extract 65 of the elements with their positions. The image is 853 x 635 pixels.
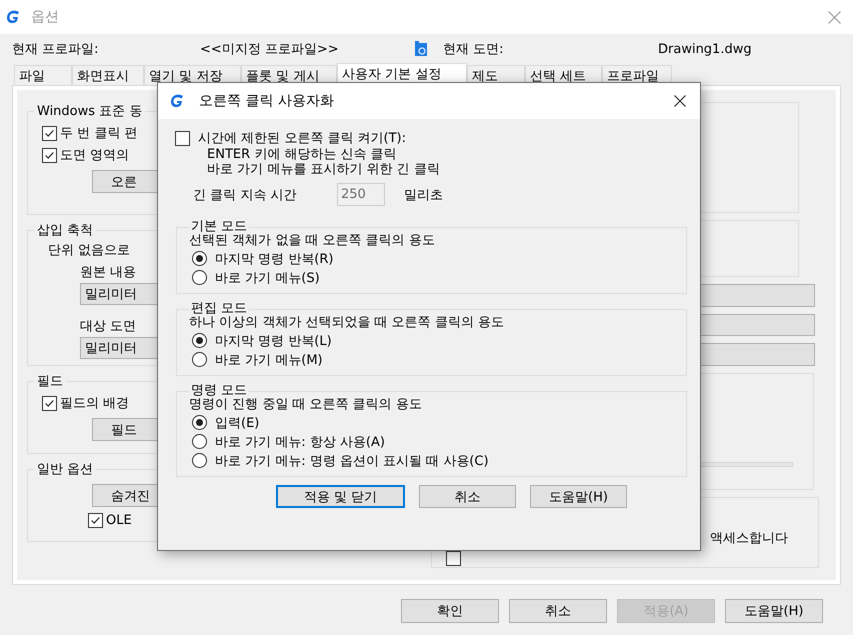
app-logo-icon bbox=[169, 93, 185, 109]
radio-label: 바로 가기 메뉴(M) bbox=[215, 352, 323, 368]
checkbox-label: 필드의 배경 bbox=[60, 395, 130, 412]
radio-label: 마지막 명령 반복(L) bbox=[215, 332, 332, 350]
checkbox-label: 액세스합니다 bbox=[710, 530, 788, 548]
unit-label: 밀리초 bbox=[404, 186, 443, 204]
checkbox[interactable] bbox=[88, 513, 103, 528]
drawing-name: Drawing1.dwg bbox=[658, 42, 752, 56]
checkbox-label: 시간에 제한된 오른쪽 클릭 켜기(T): bbox=[198, 130, 406, 147]
radio-button[interactable] bbox=[192, 251, 207, 266]
description-text: 선택된 객체가 없을 때 오른쪽 클릭의 용도 bbox=[189, 233, 436, 249]
app-logo-icon bbox=[5, 9, 21, 25]
drawing-file-icon bbox=[414, 41, 428, 57]
profile-name: <<미지정 프로파일>> bbox=[200, 41, 340, 58]
group-title: 삽입 축척 bbox=[36, 222, 94, 239]
check-icon bbox=[44, 398, 55, 408]
checkbox[interactable] bbox=[42, 396, 57, 410]
radio-button[interactable] bbox=[192, 415, 207, 430]
group-title: 편집 모드 bbox=[190, 302, 248, 316]
checkbox[interactable] bbox=[42, 148, 57, 162]
tab[interactable]: 파일 bbox=[14, 65, 72, 85]
button[interactable]: 도움말(H) bbox=[725, 599, 823, 623]
field-label: 원본 내용 bbox=[80, 264, 136, 281]
checkbox[interactable] bbox=[446, 551, 461, 566]
radio-label: 바로 가기 메뉴: 명령 옵션이 표시될 때 사용(C) bbox=[215, 452, 489, 470]
radio-button[interactable] bbox=[192, 352, 207, 367]
description-text: 명령이 진행 중일 때 오른쪽 클릭의 용도 bbox=[189, 397, 423, 413]
group-title: Windows 표준 동 bbox=[36, 103, 144, 120]
window-title: 옵션 bbox=[31, 8, 59, 26]
checkbox[interactable] bbox=[175, 130, 190, 146]
description-text: 하나 이상의 객체가 선택되었을 때 오른쪽 클릭의 용도 bbox=[189, 315, 505, 331]
check-icon bbox=[44, 150, 55, 160]
profile-label: 현재 프로파일: bbox=[12, 41, 100, 58]
close-icon[interactable] bbox=[674, 95, 686, 107]
tab[interactable]: 화면표시 bbox=[72, 65, 144, 85]
radio-label: 마지막 명령 반복(R) bbox=[215, 250, 334, 268]
radio-label: 바로 가기 메뉴(S) bbox=[215, 270, 320, 286]
description-text: 바로 가기 메뉴를 표시하기 위한 긴 클릭 bbox=[207, 162, 441, 177]
button[interactable]: 도움말(H) bbox=[530, 485, 627, 508]
checkbox-label: 도면 영역의 bbox=[60, 147, 130, 164]
dialog-title: 오른쪽 클릭 사용자화 bbox=[199, 92, 334, 110]
checkbox-label: 두 번 클릭 편 bbox=[60, 125, 138, 142]
checkbox[interactable] bbox=[42, 126, 57, 140]
button[interactable]: 취소 bbox=[419, 485, 516, 508]
description-text: ENTER 키에 해당하는 신속 클릭 bbox=[207, 147, 398, 162]
button[interactable]: 적용 및 닫기 bbox=[276, 485, 405, 508]
group-title: 명령 모드 bbox=[190, 384, 248, 398]
radio-button[interactable] bbox=[192, 270, 207, 285]
description-text: 단위 없음으로 bbox=[48, 242, 130, 259]
group-title: 일반 옵션 bbox=[36, 461, 94, 478]
radio-label: 입력(E) bbox=[215, 414, 260, 432]
check-icon bbox=[90, 515, 101, 526]
check-icon bbox=[44, 128, 55, 138]
radio-button[interactable] bbox=[192, 333, 207, 348]
drawing-label: 현재 도면: bbox=[443, 41, 505, 58]
radio-label: 바로 가기 메뉴: 항상 사용(A) bbox=[215, 434, 385, 450]
button[interactable]: 확인 bbox=[401, 599, 499, 623]
radio-button[interactable] bbox=[192, 434, 207, 449]
field-label: 긴 클릭 지속 시간 bbox=[193, 186, 298, 204]
group-title: 필드 bbox=[36, 373, 64, 390]
radio-button[interactable] bbox=[192, 453, 207, 468]
field-label: 대상 도면 bbox=[80, 318, 136, 335]
button[interactable]: 취소 bbox=[509, 599, 607, 623]
checkbox-label: OLE bbox=[106, 513, 132, 528]
group-title: 기본 모드 bbox=[190, 220, 248, 234]
